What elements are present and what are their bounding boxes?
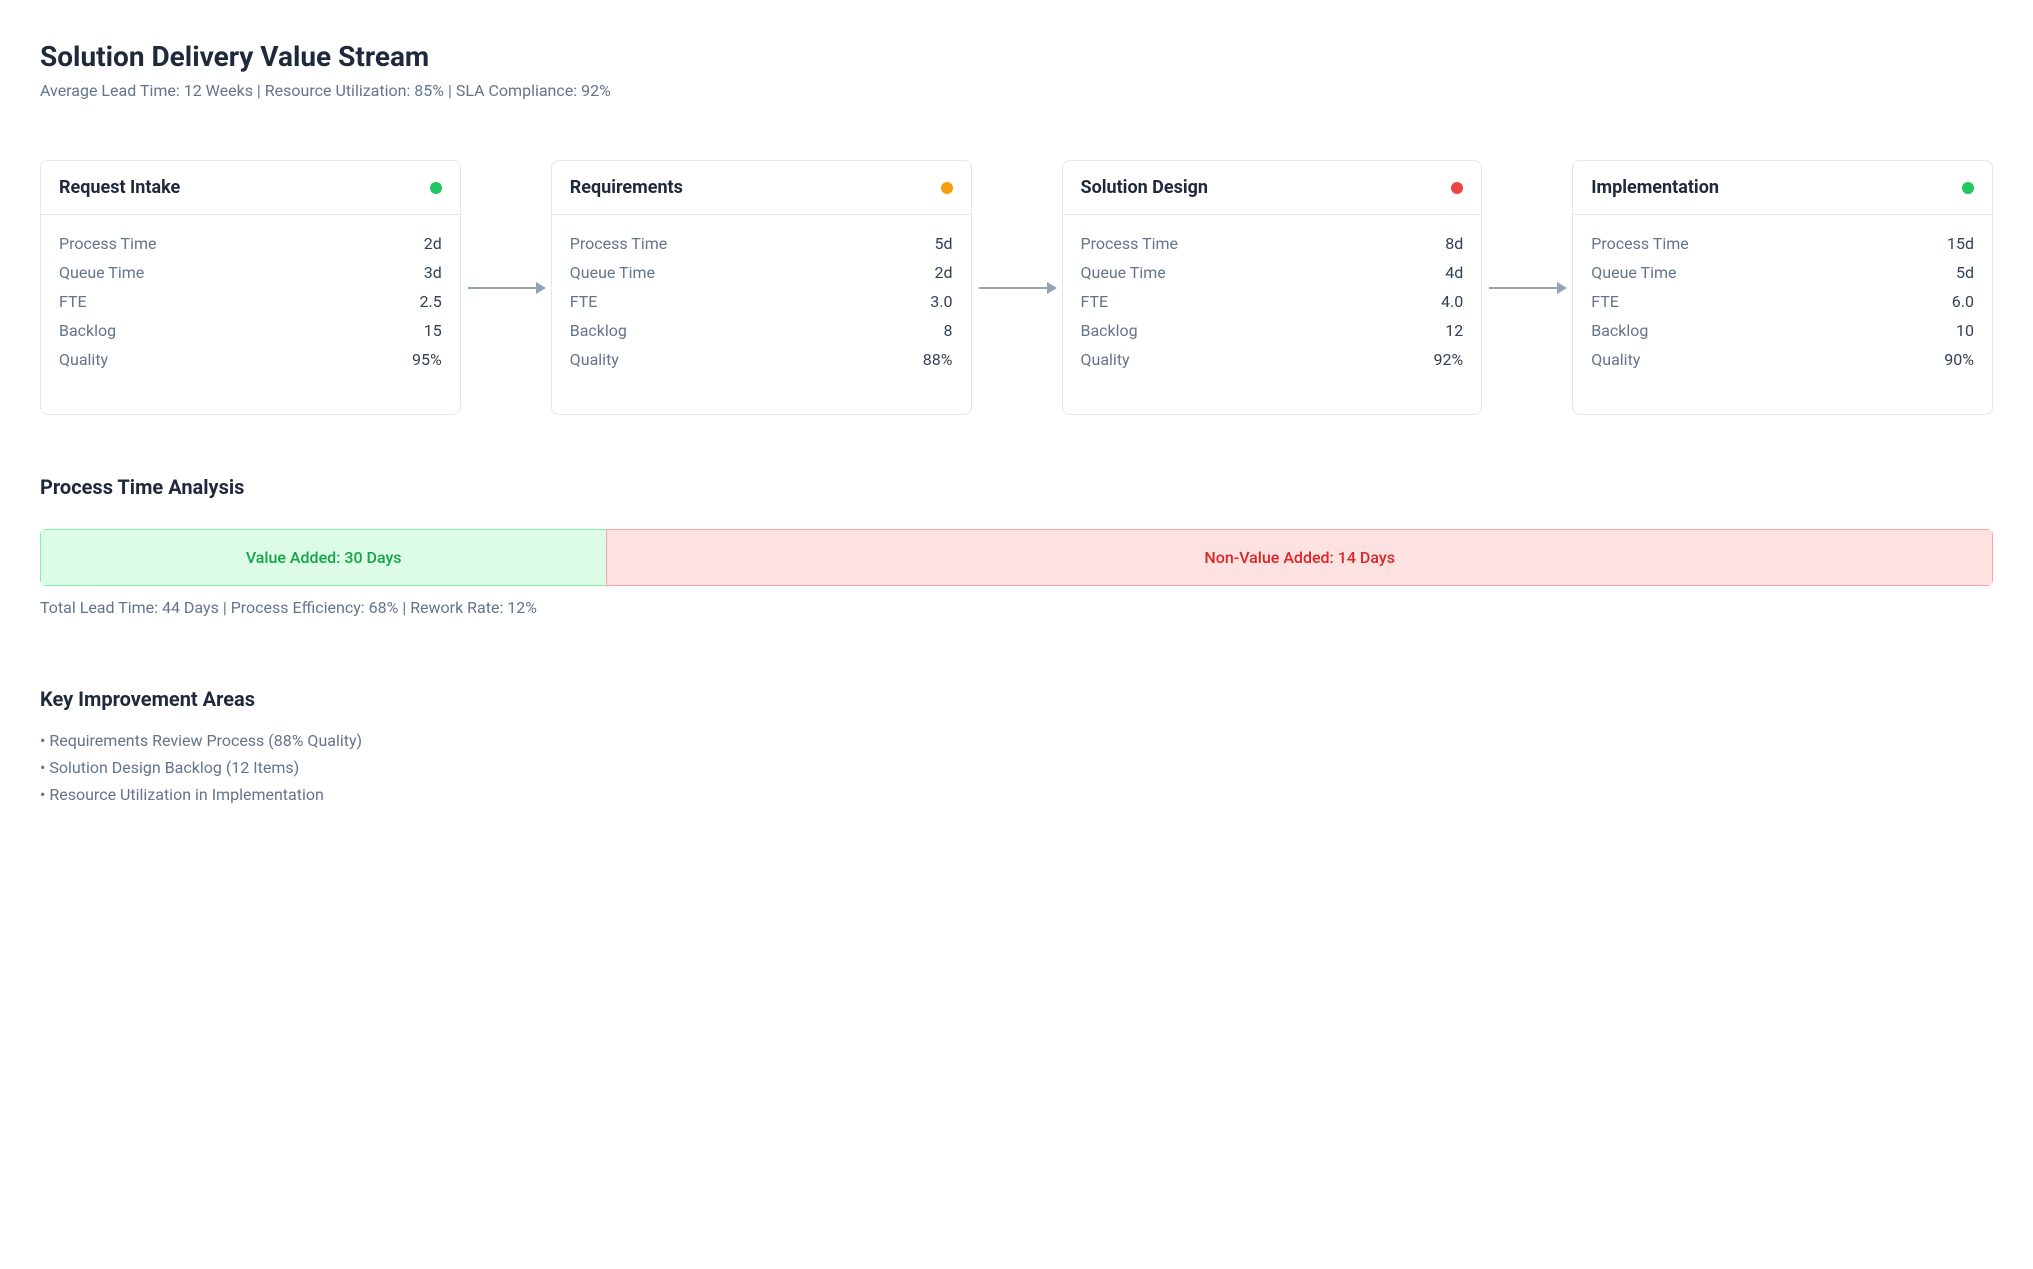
metric-value: 3.0 <box>930 292 952 311</box>
stage-header: Solution Design <box>1063 161 1482 215</box>
metric-label: Quality <box>570 350 619 369</box>
metric-value: 15d <box>1947 234 1974 253</box>
stage-title: Requirements <box>570 177 683 198</box>
metric-row: FTE 3.0 <box>570 287 953 316</box>
section-title-improvements: Key Improvement Areas <box>40 687 1993 711</box>
metric-value: 92% <box>1434 350 1464 369</box>
status-dot-icon <box>941 182 953 194</box>
metric-label: Backlog <box>570 321 627 340</box>
metric-row: Queue Time 4d <box>1081 258 1464 287</box>
metric-value: 6.0 <box>1952 292 1974 311</box>
metric-value: 4d <box>1445 263 1463 282</box>
metric-label: Backlog <box>1081 321 1138 340</box>
metric-value: 88% <box>923 350 953 369</box>
timeline-non-value-added: Non-Value Added: 14 Days <box>606 529 1993 586</box>
metric-label: FTE <box>570 292 598 311</box>
metric-label: Backlog <box>59 321 116 340</box>
metric-row: Backlog 10 <box>1591 316 1974 345</box>
improvement-item: Solution Design Backlog (12 Items) <box>40 754 1993 781</box>
metric-label: Backlog <box>1591 321 1648 340</box>
metric-value: 2.5 <box>420 292 442 311</box>
arrow-right-icon <box>461 160 551 415</box>
status-dot-icon <box>1962 182 1974 194</box>
stage-card: Solution Design Process Time 8d Queue Time 4… <box>1062 160 1483 415</box>
stage-body: Process Time 15d Queue Time 5d FTE 6.0 Backlog… <box>1573 215 1992 414</box>
stage-title: Implementation <box>1591 177 1719 198</box>
metric-label: Queue Time <box>570 263 655 282</box>
metric-row: Queue Time 5d <box>1591 258 1974 287</box>
arrow-right-icon <box>1482 160 1572 415</box>
metric-row: Process Time 2d <box>59 229 442 258</box>
status-dot-icon <box>1451 182 1463 194</box>
metric-row: Process Time 5d <box>570 229 953 258</box>
metric-row: Process Time 8d <box>1081 229 1464 258</box>
metric-value: 10 <box>1956 321 1974 340</box>
metric-label: Quality <box>59 350 108 369</box>
metric-value: 4.0 <box>1441 292 1463 311</box>
stage-title: Solution Design <box>1081 177 1208 198</box>
metric-row: Backlog 12 <box>1081 316 1464 345</box>
metric-label: Process Time <box>59 234 156 253</box>
metric-label: Process Time <box>1081 234 1178 253</box>
status-dot-icon <box>430 182 442 194</box>
metric-label: Process Time <box>1591 234 1688 253</box>
metric-value: 2d <box>424 234 442 253</box>
arrow-right-icon <box>972 160 1062 415</box>
metric-label: Process Time <box>570 234 667 253</box>
stage-card: Request Intake Process Time 2d Queue Time 3d… <box>40 160 461 415</box>
stage-header: Implementation <box>1573 161 1992 215</box>
metric-label: Quality <box>1591 350 1640 369</box>
metric-value: 5d <box>934 234 952 253</box>
stage-header: Requirements <box>552 161 971 215</box>
metric-value: 3d <box>424 263 442 282</box>
stage-card: Requirements Process Time 5d Queue Time 2d FT… <box>551 160 972 415</box>
timeline-value-added: Value Added: 30 Days <box>40 529 606 586</box>
stage-title: Request Intake <box>59 177 180 198</box>
metric-label: Queue Time <box>59 263 144 282</box>
metric-value: 95% <box>412 350 442 369</box>
metric-value: 90% <box>1944 350 1974 369</box>
metric-value: 12 <box>1445 321 1463 340</box>
metric-row: Quality 88% <box>570 345 953 374</box>
stage-body: Process Time 5d Queue Time 2d FTE 3.0 Backlog 8… <box>552 215 971 414</box>
metric-row: Queue Time 3d <box>59 258 442 287</box>
stage-body: Process Time 2d Queue Time 3d FTE 2.5 Backlog 1… <box>41 215 460 414</box>
metric-value: 5d <box>1956 263 1974 282</box>
metric-value: 15 <box>424 321 442 340</box>
metric-row: Quality 95% <box>59 345 442 374</box>
stage-header: Request Intake <box>41 161 460 215</box>
metric-label: FTE <box>1591 292 1619 311</box>
stage-card: Implementation Process Time 15d Queue Time 5… <box>1572 160 1993 415</box>
metric-row: Queue Time 2d <box>570 258 953 287</box>
section-title-process-time: Process Time Analysis <box>40 475 1993 499</box>
metric-label: Queue Time <box>1081 263 1166 282</box>
metric-row: Quality 90% <box>1591 345 1974 374</box>
improvement-item: Resource Utilization in Implementation <box>40 781 1993 808</box>
metric-row: FTE 6.0 <box>1591 287 1974 316</box>
improvement-item: Requirements Review Process (88% Quality… <box>40 727 1993 754</box>
metric-label: Quality <box>1081 350 1130 369</box>
metric-row: Backlog 8 <box>570 316 953 345</box>
value-stream-row: Request Intake Process Time 2d Queue Time 3d… <box>40 160 1993 415</box>
process-timeline: Value Added: 30 Days Non-Value Added: 14… <box>40 529 1993 586</box>
metric-label: FTE <box>1081 292 1109 311</box>
page-title: Solution Delivery Value Stream <box>40 40 1993 73</box>
metric-row: Backlog 15 <box>59 316 442 345</box>
metric-row: FTE 2.5 <box>59 287 442 316</box>
timeline-summary: Total Lead Time: 44 Days | Process Effic… <box>40 598 1993 617</box>
metric-value: 8 <box>944 321 953 340</box>
stage-body: Process Time 8d Queue Time 4d FTE 4.0 Backlog 1… <box>1063 215 1482 414</box>
metric-value: 2d <box>934 263 952 282</box>
page-subheader: Average Lead Time: 12 Weeks | Resource U… <box>40 81 1993 100</box>
metric-label: FTE <box>59 292 87 311</box>
improvement-list: Requirements Review Process (88% Quality… <box>40 727 1993 808</box>
metric-row: Quality 92% <box>1081 345 1464 374</box>
metric-value: 8d <box>1445 234 1463 253</box>
metric-row: FTE 4.0 <box>1081 287 1464 316</box>
metric-label: Queue Time <box>1591 263 1676 282</box>
metric-row: Process Time 15d <box>1591 229 1974 258</box>
